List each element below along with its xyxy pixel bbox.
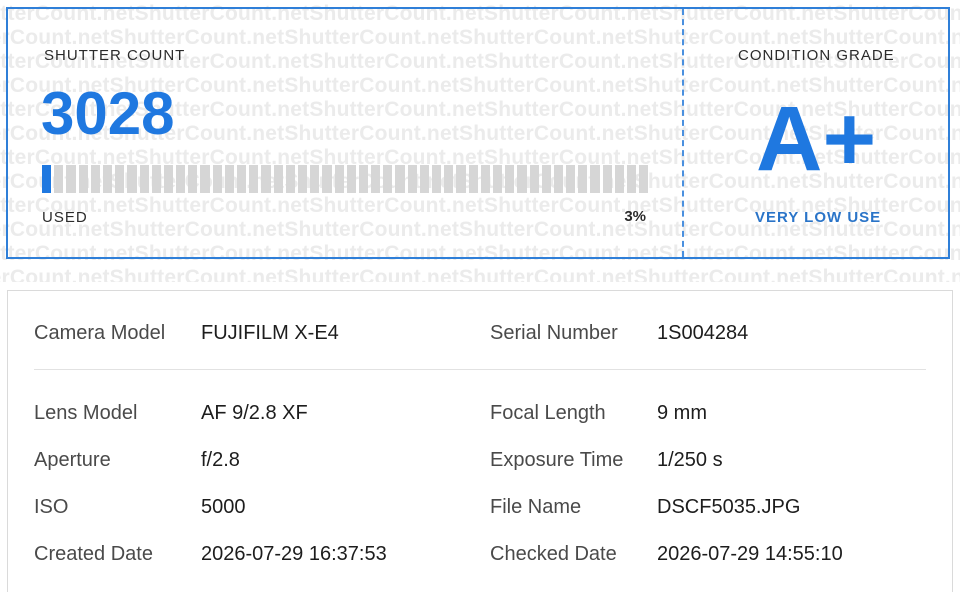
aperture-value: f/2.8 xyxy=(201,449,240,471)
progress-segment-empty xyxy=(578,165,588,193)
checked-date-label: Checked Date xyxy=(490,543,617,565)
condition-grade-value: A+ xyxy=(756,88,877,190)
created-date-value: 2026-07-29 16:37:53 xyxy=(201,543,387,565)
usage-progress-bar xyxy=(42,165,649,193)
progress-segment-empty xyxy=(358,165,369,193)
progress-segment-empty xyxy=(151,165,161,193)
progress-segment-empty xyxy=(639,165,649,193)
progress-segment-empty xyxy=(212,165,222,193)
progress-segment-empty xyxy=(602,165,612,193)
progress-segment-empty xyxy=(188,165,198,193)
progress-segment-empty xyxy=(480,165,490,193)
page: ShutterCount.netShutterCount.netShutterC… xyxy=(0,0,960,592)
progress-segment-empty xyxy=(78,165,88,193)
progress-segment-empty xyxy=(139,165,149,193)
progress-segment-empty xyxy=(273,165,283,193)
used-percent: 3% xyxy=(624,208,646,225)
progress-segment-empty xyxy=(237,165,247,193)
shutter-summary-card: SHUTTER COUNT 3028 USED 3% CONDITION GRA… xyxy=(6,7,950,259)
progress-segment-empty xyxy=(614,165,624,193)
progress-segment-empty xyxy=(627,165,637,193)
progress-segment-empty xyxy=(334,165,344,193)
progress-segment-empty xyxy=(419,165,429,193)
progress-segment-empty xyxy=(505,165,515,193)
condition-grade-label: CONDITION GRADE xyxy=(738,47,895,64)
progress-segment-empty xyxy=(200,165,210,193)
watermark-line: ShutterCount.netShutterCount.netShutterC… xyxy=(0,266,960,282)
shutter-count-label: SHUTTER COUNT xyxy=(44,47,186,64)
serial-number-value: 1S004284 xyxy=(657,322,749,344)
progress-segment-empty xyxy=(383,165,393,193)
checked-date-value: 2026-07-29 14:55:10 xyxy=(657,543,843,565)
progress-segment-empty xyxy=(468,165,478,193)
progress-segment-empty xyxy=(322,165,332,193)
progress-segment-empty xyxy=(102,165,113,193)
exposure-time-value: 1/250 s xyxy=(657,449,723,471)
shutter-count-value: 3028 xyxy=(41,80,175,147)
progress-segment-empty xyxy=(66,165,76,193)
progress-segment-empty xyxy=(127,165,137,193)
file-name-value: DSCF5035.JPG xyxy=(657,496,801,518)
lens-model-value: AF 9/2.8 XF xyxy=(201,402,308,424)
progress-segment-empty xyxy=(249,165,259,193)
progress-segment-empty xyxy=(371,165,381,193)
row-separator xyxy=(34,369,926,370)
aperture-label: Aperture xyxy=(34,449,111,471)
progress-segment-empty xyxy=(224,165,234,193)
progress-segment-empty xyxy=(517,165,527,193)
progress-segment-empty xyxy=(115,165,125,193)
progress-segment-empty xyxy=(297,165,308,193)
used-label: USED xyxy=(42,209,88,226)
lens-model-label: Lens Model xyxy=(34,402,138,424)
focal-length-value: 9 mm xyxy=(657,402,707,424)
condition-grade-description: VERY LOW USE xyxy=(755,209,882,226)
progress-segment-empty xyxy=(346,165,356,193)
progress-segment-filled xyxy=(42,165,52,193)
progress-segment-empty xyxy=(90,165,100,193)
progress-segment-empty xyxy=(395,165,405,193)
dashed-divider xyxy=(682,9,684,257)
progress-segment-empty xyxy=(541,165,551,193)
iso-label: ISO xyxy=(34,496,69,518)
created-date-label: Created Date xyxy=(34,543,153,565)
serial-number-label: Serial Number xyxy=(490,322,618,344)
progress-segment-empty xyxy=(553,165,564,193)
camera-model-value: FUJIFILM X-E4 xyxy=(201,322,339,344)
progress-segment-empty xyxy=(163,165,174,193)
progress-segment-empty xyxy=(54,165,64,193)
progress-segment-empty xyxy=(310,165,320,193)
focal-length-label: Focal Length xyxy=(490,402,606,424)
progress-segment-empty xyxy=(285,165,295,193)
camera-model-label: Camera Model xyxy=(34,322,166,344)
progress-segment-empty xyxy=(261,165,271,193)
progress-segment-empty xyxy=(176,165,186,193)
exposure-time-label: Exposure Time xyxy=(490,449,624,471)
progress-segment-empty xyxy=(492,165,503,193)
progress-segment-empty xyxy=(444,165,454,193)
progress-segment-empty xyxy=(456,165,466,193)
file-name-label: File Name xyxy=(490,496,582,518)
progress-segment-empty xyxy=(407,165,417,193)
progress-segment-empty xyxy=(529,165,539,193)
progress-segment-empty xyxy=(432,165,442,193)
progress-segment-empty xyxy=(566,165,576,193)
iso-value: 5000 xyxy=(201,496,246,518)
exif-details-card: Camera Model FUJIFILM X-E4 Serial Number… xyxy=(7,290,953,592)
progress-segment-empty xyxy=(590,165,600,193)
